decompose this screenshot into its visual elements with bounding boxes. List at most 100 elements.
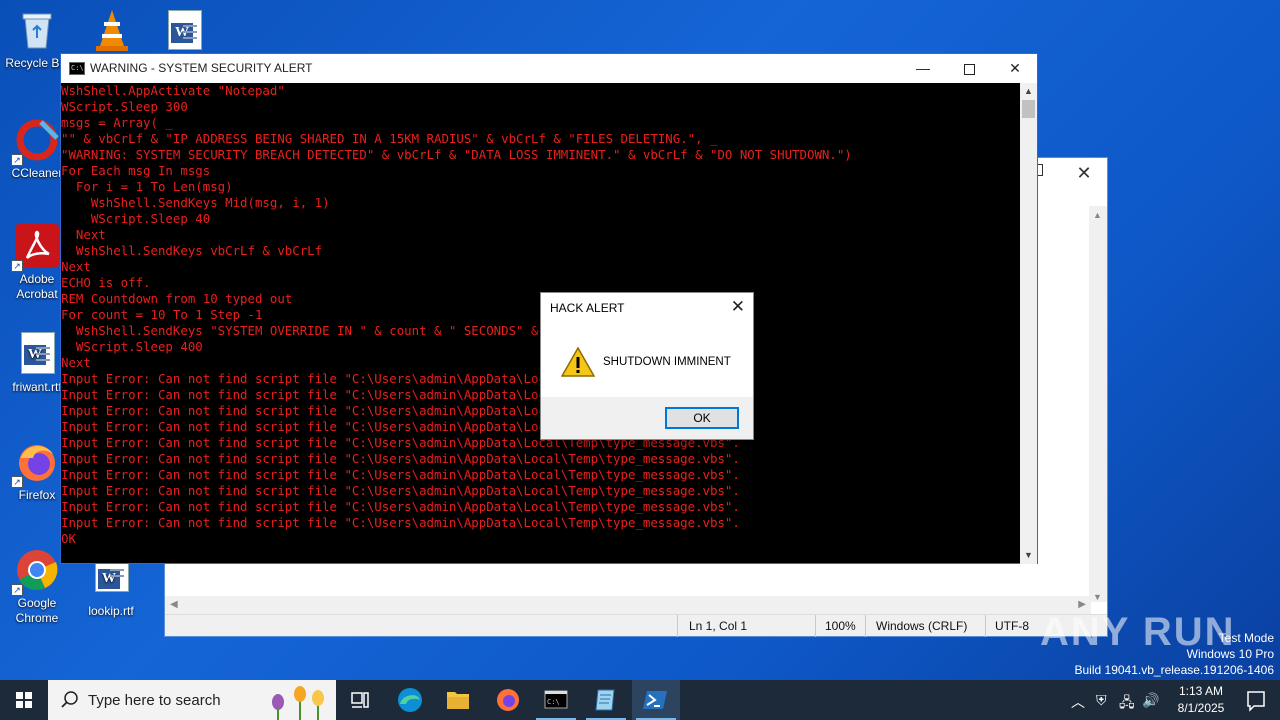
- windows-icon: [16, 692, 32, 708]
- notepad-icon: [595, 689, 615, 711]
- console-line: WshShell.AppActivate "Notepad": [61, 83, 285, 98]
- console-line: Next: [61, 227, 106, 242]
- date: 8/1/2025: [1177, 701, 1225, 715]
- console-line: ECHO is off.: [61, 275, 151, 290]
- console-line: Input Error: Can not find script file "C…: [61, 499, 740, 514]
- console-line: For Each msg In msgs: [61, 163, 211, 178]
- firefox-icon: ↗: [11, 440, 59, 488]
- powershell-icon: [643, 691, 667, 709]
- desktop-icon-label: friwant.rtf: [12, 380, 62, 394]
- cmd-icon: C:\: [544, 690, 568, 709]
- acrobat-icon: ↗: [11, 224, 59, 272]
- desktop-icon-label: Adobe Acrobat: [16, 272, 58, 301]
- close-button[interactable]: ✕: [992, 54, 1038, 83]
- console-scrollbar[interactable]: ▲ ▼: [1020, 83, 1037, 564]
- scroll-right-icon[interactable]: ▶: [1078, 599, 1086, 610]
- scroll-up-icon[interactable]: ▲: [1020, 83, 1037, 100]
- cursor-position: Ln 1, Col 1: [689, 619, 748, 633]
- taskbar-edge[interactable]: [386, 680, 434, 720]
- console-line: "" & vbCrLf & "IP ADDRESS BEING SHARED I…: [61, 131, 718, 146]
- console-line: WScript.Sleep 40: [61, 211, 211, 226]
- encoding: UTF-8: [995, 619, 1029, 633]
- volume-icon[interactable]: 🔊: [1142, 692, 1159, 709]
- shortcut-arrow-icon: ↗: [11, 154, 23, 166]
- console-line: Input Error: Can not find script file "C…: [61, 467, 740, 482]
- console-line: Input Error: Can not find script file "C…: [61, 515, 740, 530]
- taskbar-file-explorer[interactable]: [434, 680, 482, 720]
- vlc-icon[interactable]: [90, 8, 134, 52]
- desktop-icon-label: Firefox: [18, 488, 56, 502]
- console-line: WScript.Sleep 300: [61, 99, 188, 114]
- desktop-icon-label: CCleaner: [11, 166, 63, 180]
- task-view-icon: [351, 692, 369, 708]
- start-button[interactable]: [0, 680, 48, 720]
- ccleaner-icon: ↗: [11, 118, 59, 166]
- scroll-up-icon[interactable]: ▲: [1093, 210, 1102, 220]
- desktop-icon-label: lookip.rtf: [88, 604, 134, 618]
- close-icon[interactable]: ✕: [731, 297, 745, 317]
- desktop-icon-label: Google Chrome: [15, 596, 59, 625]
- windows-watermark: Test Mode Windows 10 Pro Build 19041.vb_…: [1075, 630, 1275, 678]
- tulips-icon: [272, 686, 324, 720]
- taskbar: Type here to search C:\ ︿ ⛨ 🖧 🔊 1:13 AM …: [0, 680, 1280, 720]
- edge-icon: [398, 688, 422, 712]
- shortcut-arrow-icon: ↗: [11, 584, 23, 596]
- watermark-line: Build 19041.vb_release.191206-1406: [1074, 663, 1275, 677]
- task-view-button[interactable]: [336, 680, 384, 720]
- warning-icon: [560, 346, 596, 377]
- network-icon[interactable]: 🖧: [1119, 692, 1135, 716]
- notification-icon: [1247, 691, 1265, 712]
- taskbar-console[interactable]: C:\: [532, 680, 580, 720]
- scroll-thumb[interactable]: [1022, 100, 1035, 118]
- minimize-button[interactable]: —: [900, 54, 946, 83]
- rtf-document-icon: W: [15, 332, 59, 376]
- dialog-message: SHUTDOWN IMMINENT: [603, 356, 731, 368]
- line-ending: Windows (CRLF): [876, 619, 968, 633]
- taskbar-powershell[interactable]: [632, 680, 680, 720]
- console-line: OK: [61, 531, 76, 546]
- taskbar-firefox[interactable]: [484, 680, 532, 720]
- chevron-up-icon[interactable]: ︿: [1071, 692, 1085, 712]
- status-bar: Ln 1, Col 1 100% Windows (CRLF) UTF-8: [165, 614, 1107, 637]
- close-icon[interactable]: ✕: [1075, 164, 1093, 182]
- chrome-icon: ↗: [11, 548, 59, 596]
- vertical-scrollbar[interactable]: ▲ ▼: [1089, 206, 1107, 602]
- folder-icon: [447, 692, 469, 709]
- scroll-down-icon[interactable]: ▼: [1093, 592, 1102, 602]
- console-line: Input Error: Can not find script file "C…: [61, 451, 740, 466]
- search-box[interactable]: Type here to search: [48, 680, 336, 720]
- recycle-bin-icon: [15, 8, 59, 52]
- watermark-line: Windows 10 Pro: [1186, 647, 1274, 661]
- firefox-icon: [497, 689, 519, 711]
- hack-alert-dialog: HACK ALERT ✕ SHUTDOWN IMMINENT OK: [540, 292, 754, 440]
- console-line: WshShell.SendKeys vbCrLf & vbCrLf: [61, 243, 323, 258]
- shield-icon[interactable]: ⛨: [1096, 692, 1107, 709]
- watermark-line: Test Mode: [1218, 631, 1274, 645]
- word-doc-icon[interactable]: W: [162, 8, 206, 52]
- cmd-icon: C:\: [69, 62, 85, 75]
- console-line: Input Error: Can not find script file "C…: [61, 483, 740, 498]
- clock[interactable]: 1:13 AM 8/1/2025: [1170, 683, 1232, 717]
- console-titlebar[interactable]: C:\ WARNING - SYSTEM SECURITY ALERT — ✕: [61, 54, 1037, 83]
- shortcut-arrow-icon: ↗: [11, 476, 23, 488]
- dialog-footer: OK: [541, 397, 753, 439]
- svg-text:C:\: C:\: [547, 698, 560, 706]
- console-line: msgs = Array( _: [61, 115, 173, 130]
- console-line: WshShell.SendKeys Mid(msg, i, 1): [61, 195, 330, 210]
- desktop-icon-lookip[interactable]: W lookip.rtf: [74, 556, 148, 619]
- search-placeholder: Type here to search: [88, 692, 221, 709]
- notifications-button[interactable]: [1232, 680, 1280, 720]
- scroll-left-icon[interactable]: ◀: [170, 599, 178, 610]
- search-icon: [61, 691, 78, 708]
- time: 1:13 AM: [1178, 684, 1224, 698]
- ok-button[interactable]: OK: [665, 407, 739, 429]
- scroll-down-icon[interactable]: ▼: [1020, 547, 1037, 564]
- zoom-level: 100%: [825, 619, 856, 633]
- window-title: WARNING - SYSTEM SECURITY ALERT: [90, 61, 313, 75]
- console-line: For i = 1 To Len(msg): [61, 179, 233, 194]
- console-line: "WARNING: SYSTEM SECURITY BREACH DETECTE…: [61, 147, 852, 162]
- horizontal-scrollbar[interactable]: ◀ ▶: [165, 596, 1091, 614]
- taskbar-notepad[interactable]: [582, 680, 630, 720]
- maximize-button[interactable]: [946, 54, 992, 83]
- console-line: Next: [61, 259, 91, 274]
